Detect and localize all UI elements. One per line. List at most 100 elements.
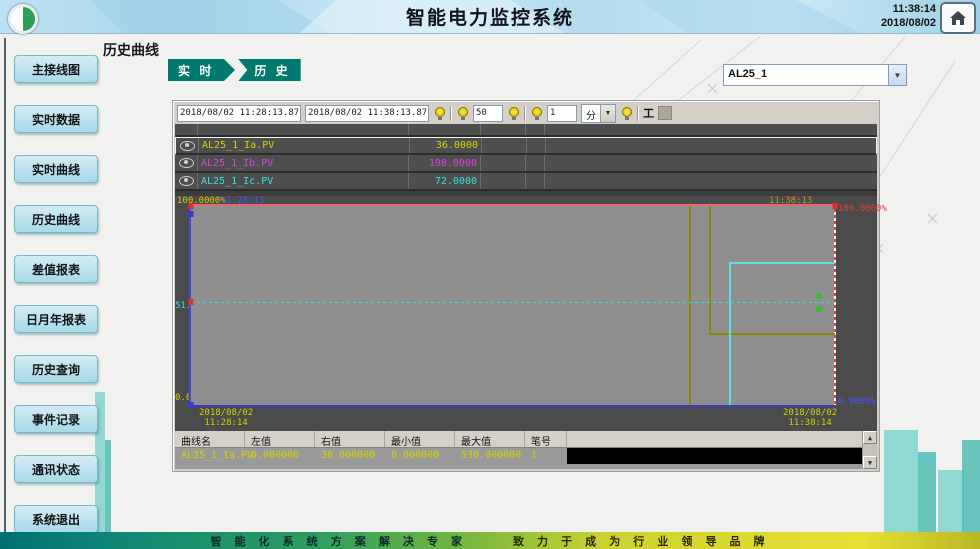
toolbar-separator: [524, 106, 526, 121]
y-axis-bottom-right-label: 0.0000%: [838, 397, 876, 407]
toolbar-separator: [450, 106, 452, 121]
curve-value: 36.0000: [436, 140, 478, 151]
trend-chart-zone: 100.0000% 11:28:13 11:38:13 100.0000% 51…: [175, 196, 877, 431]
legend-row-ic[interactable]: AL25_1_Ic.PV 72.0000: [175, 173, 877, 191]
col-header-left-value: 左值: [245, 431, 315, 447]
chevron-down-icon[interactable]: ▼: [600, 105, 615, 122]
zoom-in-icon[interactable]: [507, 106, 520, 121]
sidebar-item-history-curve[interactable]: 历史曲线: [14, 205, 98, 233]
sidebar-item-history-query[interactable]: 历史查询: [14, 355, 98, 383]
scroll-down-icon[interactable]: ▼: [863, 456, 877, 469]
table-empty-region: [567, 448, 863, 464]
sidebar-item-exit[interactable]: 系统退出: [14, 505, 98, 533]
plot-area[interactable]: [189, 204, 835, 407]
chevron-down-icon[interactable]: ▼: [888, 65, 906, 85]
page-title: 历史曲线: [103, 40, 159, 60]
tab-arrow-icon: [224, 59, 235, 81]
interval-unit-select[interactable]: 分 ▼: [581, 104, 616, 123]
curve-segment: [689, 206, 691, 405]
footer-bar: 智 能 化 系 统 方 案 解 决 专 家 致 力 于 成 为 行 业 领 导 …: [0, 532, 980, 549]
legend-row-ia[interactable]: AL25_1_Ia.PV 36.0000: [175, 137, 877, 155]
cursor-marker-icon[interactable]: [433, 106, 446, 121]
axis-marker: [189, 402, 194, 408]
sidebar-item-realtime-curve[interactable]: 实时曲线: [14, 155, 98, 183]
skyline-building: [884, 430, 918, 532]
tab-gap: [235, 59, 238, 81]
curve-segment: [729, 262, 835, 264]
curve-name: AL25_1_Ib.PV: [201, 158, 273, 169]
col-header-max: 最大值: [455, 431, 525, 447]
scroll-up-icon[interactable]: ▲: [863, 431, 877, 444]
y-axis-top-right-label: 100.0000%: [838, 204, 887, 214]
measure-cursor-icon[interactable]: 工: [643, 105, 654, 121]
home-button[interactable]: [940, 2, 976, 34]
col-header-curve-name: 曲线名: [175, 431, 245, 447]
snapshot-icon[interactable]: [658, 106, 672, 120]
time-cursor-line[interactable]: [834, 206, 836, 405]
powerline-node-decoration: [928, 214, 937, 223]
start-time-input[interactable]: [177, 105, 301, 122]
col-header-min: 最小值: [385, 431, 455, 447]
legend-row-ib[interactable]: AL25_1_Ib.PV 108.0000: [175, 155, 877, 173]
curve-segment: [709, 206, 711, 333]
visibility-toggle[interactable]: [176, 138, 199, 153]
x-axis-start-datetime: 2018/08/0211:28:14: [199, 408, 253, 428]
sidebar-item-diff-report[interactable]: 差值报表: [14, 255, 98, 283]
cell-left-value: 0.000000: [245, 448, 315, 464]
eye-icon: [179, 158, 194, 168]
axis-marker: [816, 293, 821, 299]
sidebar-edge-line: [4, 38, 6, 532]
axis-marker: [189, 299, 194, 305]
eye-icon: [179, 176, 194, 186]
col-header-pen: 笔号: [525, 431, 567, 447]
interval-inc-icon[interactable]: [620, 106, 633, 121]
axis-marker: [189, 203, 194, 209]
sidebar-item-realtime-data[interactable]: 实时数据: [14, 105, 98, 133]
interval-unit-value: 分: [582, 105, 600, 122]
visibility-toggle[interactable]: [175, 155, 198, 171]
cell-right-value: 36.000000: [315, 448, 385, 464]
zoom-out-icon[interactable]: [456, 106, 469, 121]
cell-min: 0.000000: [385, 448, 455, 464]
axis-marker: [816, 306, 821, 312]
skyline-building: [918, 452, 936, 532]
app-title: 智能电力监控系统: [0, 0, 980, 33]
trend-panel: 分 ▼ 工 AL25_1_Ia.PV 36.0000 AL25_1_Ib.P: [172, 100, 880, 472]
end-time-input[interactable]: [305, 105, 429, 122]
curve-stats-table: 曲线名 左值 右值 最小值 最大值 笔号 AL25_1_Ia.PV 0.0000…: [175, 431, 877, 469]
curve-name: AL25_1_Ic.PV: [201, 176, 273, 187]
curve-segment: [191, 302, 835, 303]
curve-name: AL25_1_Ia.PV: [202, 140, 274, 151]
interval-input[interactable]: [547, 105, 577, 122]
home-icon: [949, 10, 967, 26]
footer-slogan-left: 智 能 化 系 统 方 案 解 决 专 家: [210, 533, 467, 549]
sidebar-item-event-log[interactable]: 事件记录: [14, 405, 98, 433]
tab-realtime[interactable]: 实 时: [168, 59, 224, 81]
curve-mode-tabs: 实 时 历 史: [168, 59, 301, 81]
eye-icon: [180, 141, 195, 151]
table-row[interactable]: AL25_1_Ia.PV 0.000000 36.000000 0.000000…: [175, 448, 877, 464]
sidebar-item-main-wiring[interactable]: 主接线图: [14, 55, 98, 83]
header-bar: 智能电力监控系统 11:38:14 2018/08/02: [0, 0, 980, 34]
sidebar-item-dmy-report[interactable]: 日月年报表: [14, 305, 98, 333]
device-select[interactable]: AL25_1 ▼: [723, 64, 907, 86]
interval-dec-icon[interactable]: [530, 106, 543, 121]
tab-history[interactable]: 历 史: [238, 59, 300, 81]
powerline-node-decoration: [708, 84, 717, 93]
axis-marker: [189, 211, 194, 217]
table-scrollbar[interactable]: ▲ ▼: [862, 431, 877, 469]
curve-value: 72.0000: [435, 176, 477, 187]
zoom-percent-input[interactable]: [473, 105, 503, 122]
clock-date: 2018/08/02: [881, 16, 936, 30]
visibility-toggle[interactable]: [175, 173, 198, 189]
x-axis-end-datetime: 2018/08/0211:38:14: [783, 408, 837, 428]
stats-table-header: 曲线名 左值 右值 最小值 最大值 笔号: [175, 431, 877, 448]
curve-segment: [729, 262, 731, 405]
cell-pen: 1: [525, 448, 567, 464]
trend-toolbar: 分 ▼ 工: [175, 103, 877, 123]
device-select-value: AL25_1: [724, 65, 888, 85]
col-header-right-value: 右值: [315, 431, 385, 447]
sidebar-item-comm-status[interactable]: 通讯状态: [14, 455, 98, 483]
skyline-building: [962, 440, 980, 532]
toolbar-separator: [637, 106, 639, 121]
